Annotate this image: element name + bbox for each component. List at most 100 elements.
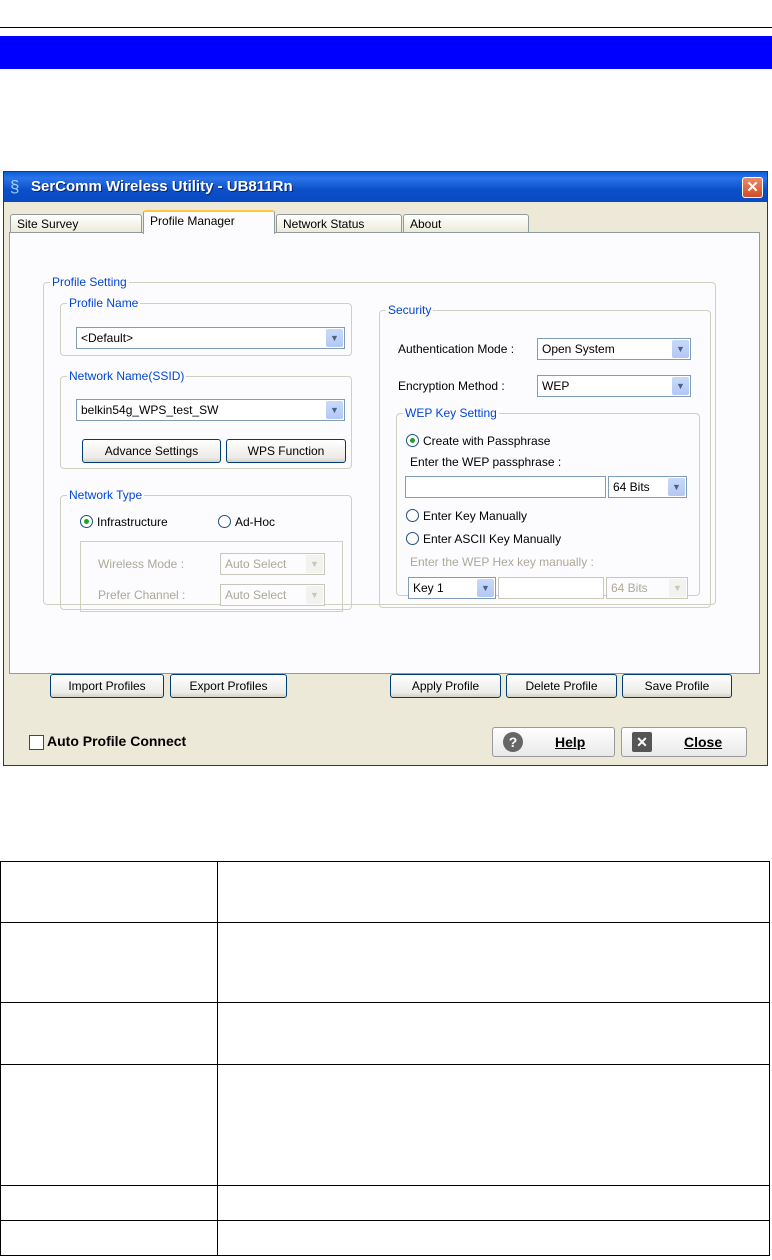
table-row [0, 1220, 770, 1256]
profile-name-legend: Profile Name [69, 296, 139, 310]
ssid-select[interactable]: belkin54g_WPS_test_SW ▼ [76, 399, 345, 421]
table-cell [217, 1064, 770, 1186]
title-bar: § SerComm Wireless Utility - UB811Rn ✕ [4, 172, 767, 202]
table-row [0, 1002, 770, 1065]
chevron-down-icon[interactable]: ▼ [672, 340, 689, 358]
auto-profile-connect-checkbox[interactable] [29, 735, 44, 750]
table-cell [0, 922, 218, 1003]
chevron-down-icon[interactable]: ▼ [477, 579, 494, 597]
enter-key-manually-radio[interactable]: Enter Key Manually [406, 509, 527, 523]
wps-function-button[interactable]: WPS Function [226, 439, 346, 463]
wep-key-legend: WEP Key Setting [405, 406, 497, 420]
chevron-down-icon[interactable]: ▼ [326, 401, 343, 419]
hex-bits-value: 64 Bits [611, 581, 648, 595]
encryption-label: Encryption Method : [398, 379, 505, 393]
chevron-down-icon[interactable]: ▼ [668, 478, 685, 496]
table-cell [217, 1002, 770, 1065]
utility-window: § SerComm Wireless Utility - UB811Rn ✕ S… [3, 171, 768, 766]
adhoc-label: Ad-Hoc [235, 515, 276, 529]
chevron-down-icon: ▼ [669, 579, 686, 597]
key-index-value: Key 1 [413, 581, 444, 595]
hex-bits-select[interactable]: 64 Bits ▼ [606, 577, 688, 599]
import-profiles-button[interactable]: Import Profiles [50, 674, 164, 698]
adhoc-radio[interactable]: Ad-Hoc [218, 515, 275, 529]
profile-name-value: <Default> [81, 331, 134, 345]
table-row [0, 922, 770, 1003]
chevron-down-icon[interactable]: ▼ [326, 329, 343, 347]
infrastructure-radio[interactable]: Infrastructure [80, 515, 168, 529]
encryption-value: WEP [542, 379, 570, 393]
window-close-button[interactable]: ✕ [742, 177, 763, 198]
enter-key-manually-label: Enter Key Manually [423, 509, 528, 523]
profile-setting-legend: Profile Setting [52, 275, 127, 289]
security-legend: Security [388, 303, 432, 317]
prefer-channel-select[interactable]: Auto Select ▼ [220, 584, 325, 606]
key-index-select[interactable]: Key 1 ▼ [408, 577, 496, 599]
ssid-legend: Network Name(SSID) [69, 369, 185, 383]
profile-manager-panel: Profile Setting Profile Name <Default> ▼… [9, 232, 760, 698]
passphrase-bits-value: 64 Bits [613, 480, 650, 494]
help-label: Help [555, 734, 586, 750]
table-cell [217, 1185, 770, 1221]
table-row [0, 1064, 770, 1186]
help-button[interactable]: ? Help [492, 727, 615, 757]
wireless-mode-select[interactable]: Auto Select ▼ [220, 553, 325, 575]
table-cell [0, 1220, 218, 1256]
radio-selected-icon [406, 434, 419, 447]
app-icon: § [10, 177, 20, 196]
table-cell [0, 1064, 218, 1186]
radio-icon [406, 509, 419, 522]
table-cell [0, 1185, 218, 1221]
export-profiles-button[interactable]: Export Profiles [170, 674, 287, 698]
close-button[interactable]: ✕ Close [621, 727, 747, 757]
create-passphrase-radio[interactable]: Create with Passphrase [406, 434, 550, 448]
save-profile-button[interactable]: Save Profile [622, 674, 732, 698]
prefer-channel-value: Auto Select [225, 588, 287, 602]
table-row [0, 1185, 770, 1221]
passphrase-bits-select[interactable]: 64 Bits ▼ [608, 476, 687, 498]
auth-mode-select[interactable]: Open System ▼ [537, 338, 691, 360]
page-header-rule [0, 27, 772, 28]
chevron-down-icon: ▼ [306, 586, 323, 604]
radio-selected-icon [80, 515, 93, 528]
wireless-mode-label: Wireless Mode : [98, 557, 185, 571]
enter-ascii-key-label: Enter ASCII Key Manually [423, 532, 562, 546]
table-cell [217, 922, 770, 1003]
chevron-down-icon[interactable]: ▼ [672, 377, 689, 395]
advance-settings-button[interactable]: Advance Settings [82, 439, 221, 463]
table-cell [0, 861, 218, 923]
radio-icon [406, 532, 419, 545]
close-icon: ✕ [632, 732, 652, 752]
chevron-down-icon: ▼ [306, 555, 323, 573]
radio-icon [218, 515, 231, 528]
tab-profile-manager[interactable]: Profile Manager [143, 210, 275, 234]
enter-passphrase-label: Enter the WEP passphrase : [410, 455, 562, 469]
description-table [0, 861, 770, 1256]
apply-profile-button[interactable]: Apply Profile [390, 674, 501, 698]
wireless-mode-value: Auto Select [225, 557, 287, 571]
table-row [0, 861, 770, 923]
tab-about[interactable]: About [403, 214, 529, 233]
table-cell [217, 861, 770, 923]
enter-ascii-key-radio[interactable]: Enter ASCII Key Manually [406, 532, 561, 546]
section-heading-bar [0, 36, 772, 69]
profile-name-select[interactable]: <Default> ▼ [76, 327, 345, 349]
tab-site-survey[interactable]: Site Survey [10, 214, 142, 233]
ssid-value: belkin54g_WPS_test_SW [81, 403, 219, 417]
table-cell [217, 1220, 770, 1256]
create-passphrase-label: Create with Passphrase [423, 434, 551, 448]
prefer-channel-label: Prefer Channel : [98, 588, 186, 602]
auth-mode-value: Open System [542, 342, 615, 356]
encryption-select[interactable]: WEP ▼ [537, 375, 691, 397]
delete-profile-button[interactable]: Delete Profile [506, 674, 617, 698]
network-type-legend: Network Type [69, 488, 143, 502]
help-icon: ? [503, 732, 523, 752]
close-label: Close [684, 734, 723, 750]
auth-mode-label: Authentication Mode : [398, 342, 515, 356]
auto-profile-connect-label: Auto Profile Connect [47, 733, 187, 749]
passphrase-input[interactable] [405, 476, 606, 498]
tab-network-status[interactable]: Network Status [276, 214, 402, 233]
window-title: SerComm Wireless Utility - UB811Rn [31, 178, 293, 195]
table-cell [0, 1002, 218, 1065]
hex-key-input[interactable] [498, 577, 604, 599]
